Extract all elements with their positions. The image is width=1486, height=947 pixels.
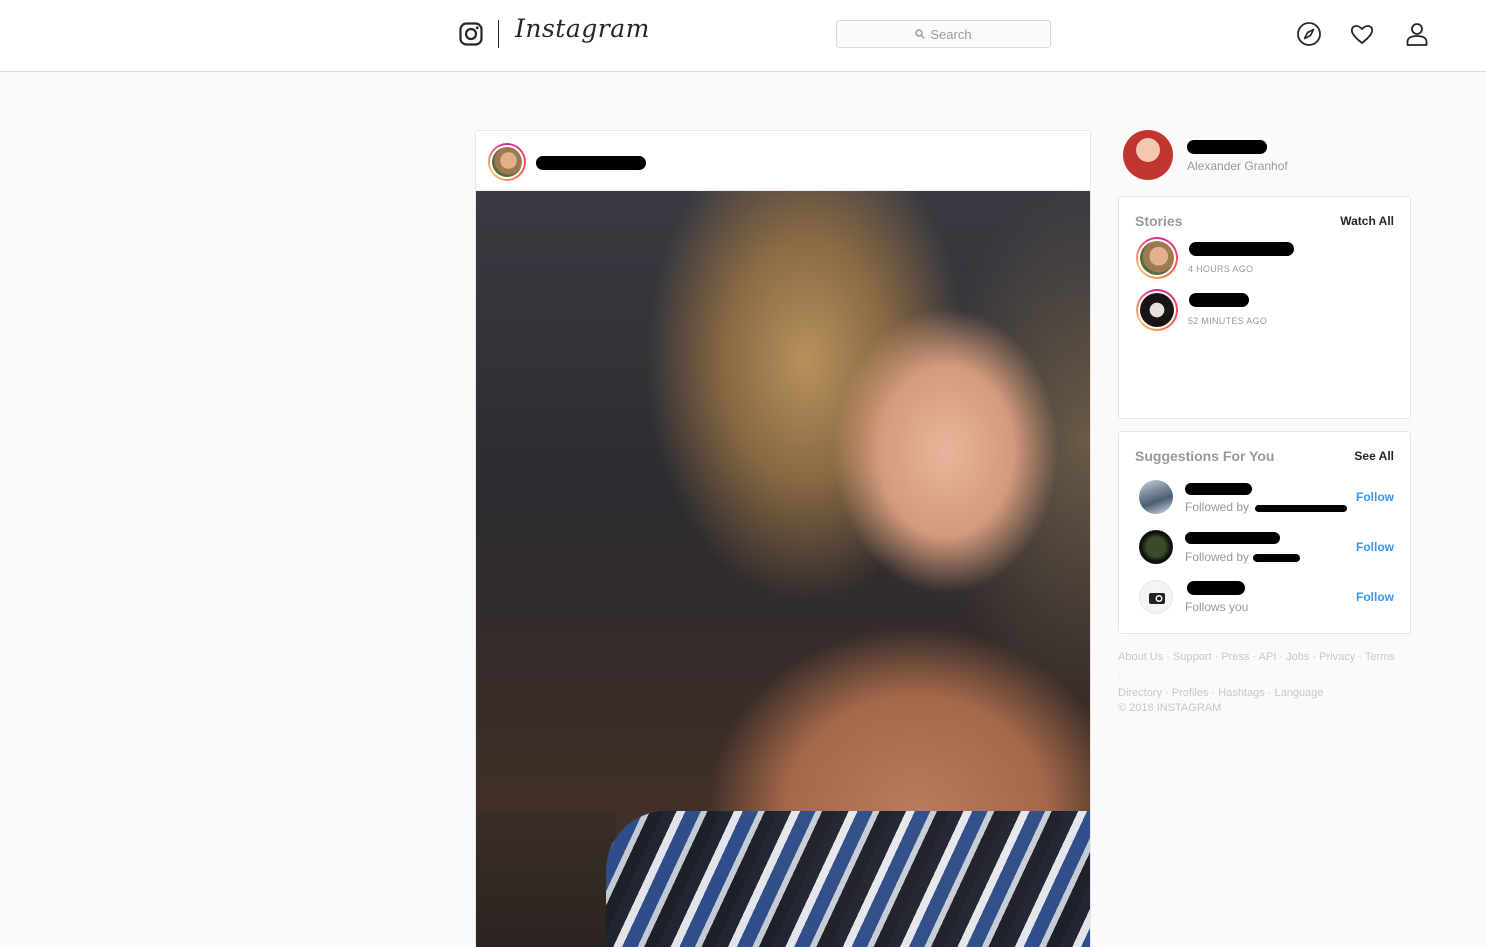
story-avatar[interactable]: [1136, 237, 1178, 279]
footer-link-jobs[interactable]: Jobs: [1286, 651, 1309, 663]
post-author-avatar[interactable]: [488, 143, 526, 181]
search-input[interactable]: Search: [836, 20, 1051, 48]
suggestion-username-redacted[interactable]: [1185, 532, 1280, 544]
footer-link-language[interactable]: Language: [1275, 687, 1324, 699]
post-photo[interactable]: [476, 191, 1090, 947]
suggestion-username-redacted[interactable]: [1187, 581, 1245, 595]
suggestions-panel: Suggestions For You See All Followed by …: [1118, 431, 1411, 634]
footer-link-api[interactable]: API: [1259, 651, 1277, 663]
footer-link-hashtags[interactable]: Hashtags: [1218, 687, 1264, 699]
suggestion-avatar[interactable]: [1139, 480, 1173, 514]
stories-title: Stories: [1135, 213, 1183, 229]
viewer-avatar[interactable]: [1123, 130, 1173, 180]
search-placeholder: Search: [930, 26, 972, 42]
suggestion-mutual-redacted: [1253, 554, 1300, 562]
top-nav: Instagram Search: [0, 0, 1486, 72]
logo-divider: [498, 20, 499, 48]
story-avatar[interactable]: [1136, 289, 1178, 331]
camera-icon: [1149, 593, 1165, 604]
footer-links: About Us · Support · Press · API · Jobs …: [1118, 651, 1395, 699]
suggestion-subtitle: Followed by: [1185, 500, 1250, 514]
suggestion-avatar[interactable]: [1139, 580, 1173, 614]
suggestion-username-redacted[interactable]: [1185, 483, 1252, 495]
instagram-glyph-icon[interactable]: [459, 22, 483, 46]
profile-icon[interactable]: [1404, 21, 1430, 47]
suggestion-avatar[interactable]: [1139, 530, 1173, 564]
footer-link-support[interactable]: Support: [1173, 651, 1212, 663]
see-all-link[interactable]: See All: [1354, 449, 1394, 463]
viewer-username-redacted[interactable]: [1187, 140, 1267, 154]
suggestion-subtitle: Followed by: [1185, 550, 1250, 564]
search-icon: [915, 29, 926, 39]
story-time: 52 MINUTES AGO: [1188, 316, 1268, 326]
suggestion-subtitle: Follows you: [1185, 600, 1249, 614]
instagram-wordmark[interactable]: Instagram: [515, 14, 650, 43]
footer-link-terms[interactable]: Terms: [1365, 651, 1395, 663]
heart-icon[interactable]: [1349, 21, 1375, 47]
copyright: © 2018 INSTAGRAM: [1118, 702, 1222, 714]
story-time: 4 HOURS AGO: [1188, 264, 1254, 274]
post-header: [476, 131, 1090, 191]
follow-button[interactable]: Follow: [1356, 590, 1394, 604]
footer-link-press[interactable]: Press: [1221, 651, 1249, 663]
photo-shadow: [476, 811, 616, 947]
suggestion-mutual-redacted: [1255, 505, 1347, 512]
footer-link-directory[interactable]: Directory: [1118, 687, 1162, 699]
story-username-redacted[interactable]: [1189, 293, 1249, 307]
footer-link-profiles[interactable]: Profiles: [1172, 687, 1209, 699]
watch-all-link[interactable]: Watch All: [1340, 214, 1394, 228]
follow-button[interactable]: Follow: [1356, 540, 1394, 554]
photo-dress-pattern: [606, 811, 1090, 947]
feed-post: [475, 130, 1091, 947]
follow-button[interactable]: Follow: [1356, 490, 1394, 504]
stories-panel: Stories Watch All 4 HOURS AGO 52 MINUTES…: [1118, 196, 1411, 419]
footer-link-privacy[interactable]: Privacy: [1319, 651, 1355, 663]
viewer-full-name: Alexander Granhof: [1187, 159, 1288, 173]
post-author-username-redacted[interactable]: [536, 156, 646, 170]
suggestions-title: Suggestions For You: [1135, 448, 1275, 464]
footer-link-about[interactable]: About Us: [1118, 651, 1163, 663]
compass-icon[interactable]: [1296, 21, 1322, 47]
story-username-redacted[interactable]: [1189, 242, 1294, 256]
